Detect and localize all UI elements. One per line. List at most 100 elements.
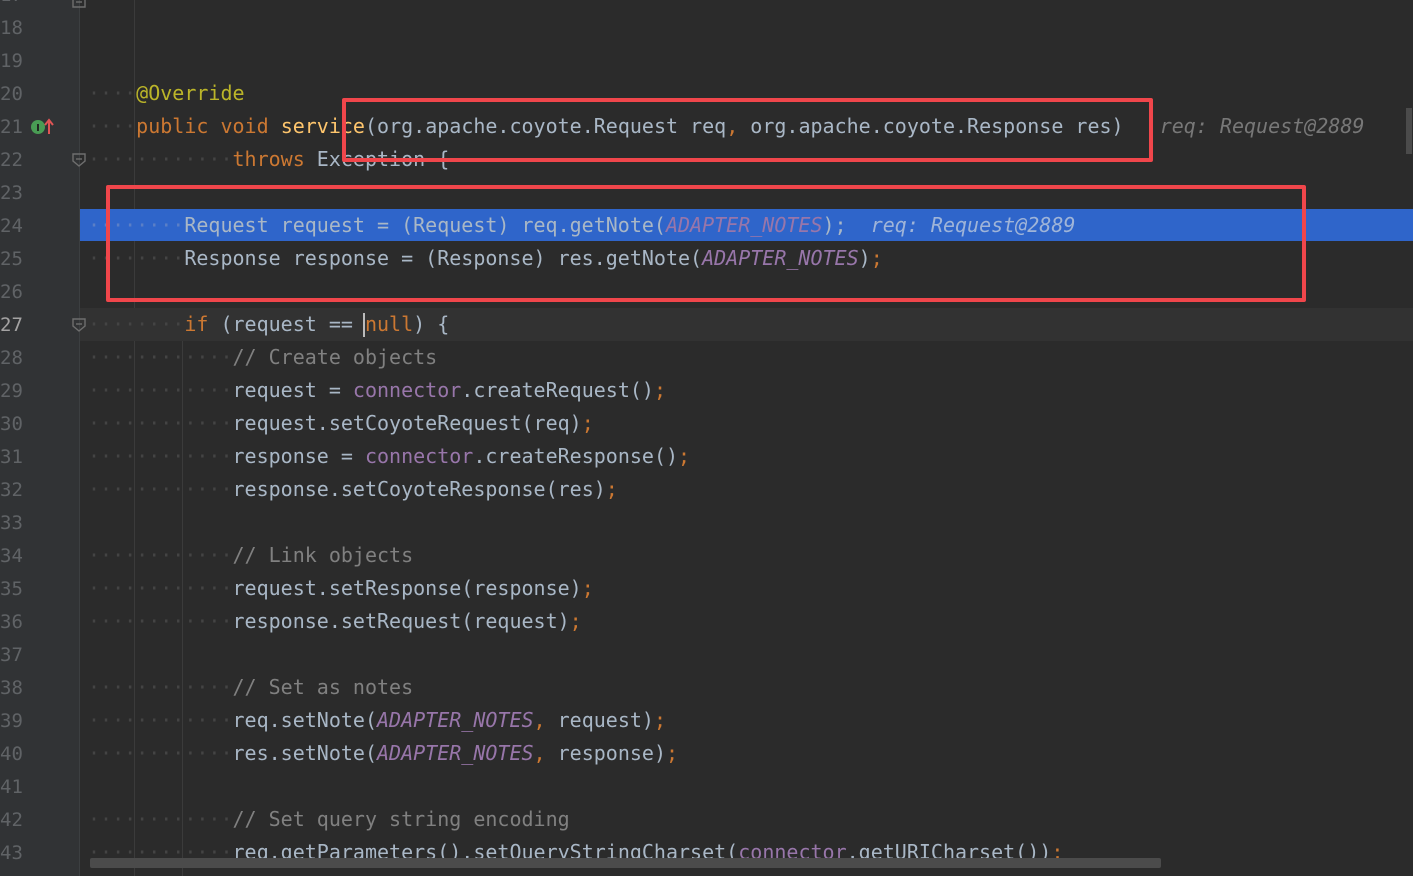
line-number[interactable]: 38 [0, 672, 30, 705]
code-text: Exception { [304, 147, 450, 171]
fold-icon[interactable] [72, 153, 86, 167]
line-number[interactable]: 29 [0, 375, 30, 408]
code-text: (request == [208, 312, 365, 336]
code-line-28[interactable]: ············// Create objects [88, 341, 437, 374]
punctuation: ; [653, 708, 667, 732]
line-number[interactable]: 23 [0, 177, 30, 210]
line-number[interactable]: 26 [0, 276, 30, 309]
code-text: ) [858, 246, 871, 270]
code-line-35[interactable]: ············request.setResponse(response… [88, 572, 594, 605]
code-text: (org.apache.coyote.Request req [364, 114, 727, 138]
punctuation: ; [666, 741, 679, 765]
code-line-30[interactable]: ············request.setCoyoteRequest(req… [88, 407, 594, 440]
code-line-20[interactable]: ····@Override [88, 77, 245, 110]
line-number[interactable]: 18 [0, 12, 30, 45]
code-line-42[interactable]: ············// Set query string encoding [88, 803, 570, 836]
constant: ADAPTER_NOTES [377, 741, 534, 765]
punctuation: ; [678, 444, 691, 468]
code-line-21[interactable]: ····public void service(org.apache.coyot… [88, 110, 1413, 143]
vertical-scrollbar[interactable] [1406, 108, 1412, 154]
line-number[interactable]: 25 [0, 243, 30, 276]
fold-icon[interactable] [72, 318, 86, 332]
code-text: ); [822, 213, 847, 237]
debug-inline-value: req: Request@2889 [1159, 114, 1365, 138]
line-number[interactable]: 33 [0, 507, 30, 540]
code-text: Request request = (Request) req.getNote( [184, 213, 666, 237]
line-number[interactable]: 32 [0, 474, 30, 507]
comment: // Link objects [232, 543, 414, 567]
line-number[interactable]: 34 [0, 540, 30, 573]
punctuation: ; [605, 477, 618, 501]
code-line-24[interactable]: ········Request request = (Request) req.… [88, 209, 1075, 242]
code-text: ) { [413, 312, 450, 336]
line-number[interactable]: 42 [0, 804, 30, 837]
keyword: void [220, 114, 269, 138]
code-text: response.setCoyoteResponse(res) [232, 477, 606, 501]
line-number[interactable]: 28 [0, 342, 30, 375]
line-number[interactable]: 40 [0, 738, 30, 771]
line-number[interactable]: 41 [0, 771, 30, 804]
line-number[interactable]: 19 [0, 45, 30, 78]
code-line-22[interactable]: ············throws Exception { [88, 143, 449, 176]
code-text: org.apache.coyote.Response res) [738, 114, 1124, 138]
keyword: throws [232, 147, 305, 171]
punctuation: ; [653, 378, 666, 402]
code-line-27[interactable]: ········if (request == null) { [88, 308, 449, 341]
comment: // Set as notes [232, 675, 414, 699]
code-line-31[interactable]: ············response = connector.createR… [88, 440, 690, 473]
constant: ADAPTER_NOTES [665, 213, 823, 237]
code-text: req.setNote( [232, 708, 378, 732]
code-text: .createRequest() [461, 378, 654, 402]
code-text: request) [545, 708, 654, 732]
punctuation: ; [581, 411, 594, 435]
line-number[interactable]: 31 [0, 441, 30, 474]
line-number[interactable]: 35 [0, 573, 30, 606]
punctuation: ; [581, 576, 594, 600]
line-number[interactable]: 36 [0, 606, 30, 639]
punctuation: , [533, 741, 546, 765]
svg-text:I: I [36, 123, 40, 134]
horizontal-scrollbar[interactable] [90, 858, 1161, 868]
line-number[interactable]: 39 [0, 705, 30, 738]
line-number[interactable]: 17 [0, 0, 30, 12]
code-text: response = [232, 444, 365, 468]
punctuation: ; [569, 609, 582, 633]
code-text: res.setNote( [232, 741, 378, 765]
keyword: public [136, 114, 209, 138]
line-number[interactable]: 30 [0, 408, 30, 441]
line-number[interactable]: 21 [0, 111, 30, 144]
line-number[interactable]: 20 [0, 78, 30, 111]
code-line-39[interactable]: ············req.setNote(ADAPTER_NOTES, r… [88, 704, 666, 737]
constant: ADAPTER_NOTES [702, 246, 859, 270]
code-line-29[interactable]: ············request = connector.createRe… [88, 374, 666, 407]
comment: // Create objects [232, 345, 438, 369]
comment: // Set query string encoding [232, 807, 570, 831]
code-text: request = [232, 378, 353, 402]
line-number[interactable]: 43 [0, 837, 30, 870]
annotation-text: @Override [136, 81, 245, 105]
code-text: request.setResponse(response) [232, 576, 582, 600]
line-number[interactable]: 24 [0, 210, 30, 243]
code-text: response) [545, 741, 667, 765]
code-line-25[interactable]: ········Response response = (Response) r… [88, 242, 883, 275]
line-number[interactable]: 22 [0, 144, 30, 177]
code-text: .createResponse() [473, 444, 679, 468]
fold-icon[interactable] [72, 0, 86, 8]
punctuation: , [533, 708, 546, 732]
field-name: connector [352, 378, 462, 402]
code-line-34[interactable]: ············// Link objects [88, 539, 413, 572]
line-number[interactable]: 37 [0, 639, 30, 672]
text-cursor [363, 313, 365, 337]
implements-method-icon[interactable]: I [30, 117, 54, 137]
method-name: service [280, 114, 365, 138]
code-line-36[interactable]: ············response.setRequest(request)… [88, 605, 582, 638]
code-text: request.setCoyoteRequest(req) [232, 411, 582, 435]
keyword: if [184, 312, 209, 336]
code-text: response.setRequest(request) [232, 609, 570, 633]
punctuation: ; [870, 246, 883, 270]
constant: ADAPTER_NOTES [377, 708, 534, 732]
line-number[interactable]: 27 [0, 309, 30, 342]
code-line-32[interactable]: ············response.setCoyoteResponse(r… [88, 473, 618, 506]
code-line-38[interactable]: ············// Set as notes [88, 671, 413, 704]
code-line-40[interactable]: ············res.setNote(ADAPTER_NOTES, r… [88, 737, 678, 770]
